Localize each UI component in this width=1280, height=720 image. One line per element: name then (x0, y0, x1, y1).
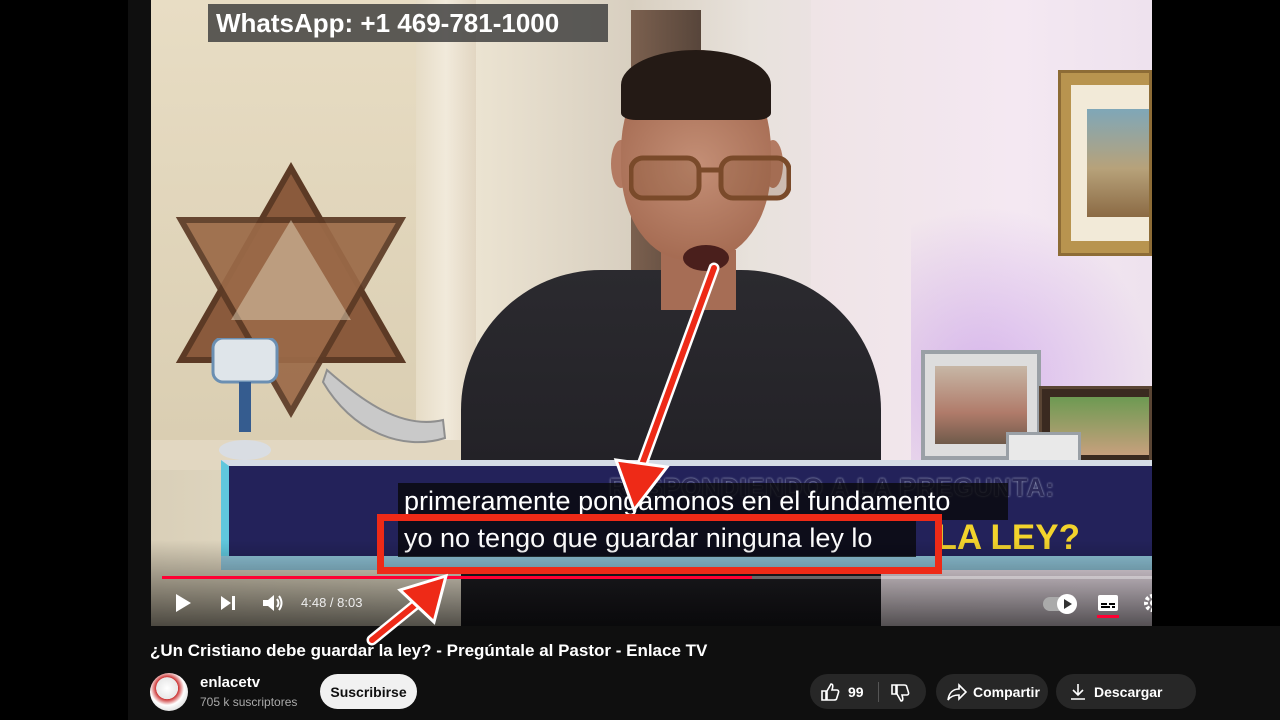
glasses (629, 155, 791, 201)
page-left-margin (128, 0, 152, 720)
page-right-margin (1152, 0, 1280, 720)
subtitles-icon (1098, 595, 1118, 611)
next-icon (221, 596, 235, 610)
download-label: Descargar (1094, 683, 1163, 700)
volume-icon (263, 595, 283, 611)
presenter-hair (621, 50, 771, 120)
annotation-highlight-box (377, 514, 942, 574)
settings-button[interactable] (1135, 585, 1152, 621)
like-icon[interactable] (820, 682, 840, 702)
download-icon (1071, 683, 1085, 700)
settings-icon (1144, 594, 1152, 612)
like-count: 99 (848, 684, 864, 700)
goblet-decoration (211, 338, 279, 460)
autoplay-knob (1057, 594, 1077, 614)
time-display: 4:48 / 8:03 (301, 595, 363, 610)
progress-bar-played (162, 576, 753, 579)
download-button[interactable]: Descargar (1056, 674, 1196, 709)
share-label: Compartir (973, 683, 1040, 700)
volume-button[interactable] (255, 585, 291, 621)
channel-name[interactable]: enlacetv (200, 674, 260, 692)
presenter-mouth (683, 245, 729, 271)
next-button[interactable] (210, 585, 246, 621)
video-player[interactable]: RESPONDIENDO A LA PREGUNTA: LA LEY? What… (151, 0, 1152, 626)
channel-avatar[interactable] (150, 673, 188, 711)
subscriber-count: 705 k suscriptores (200, 695, 298, 709)
shofar-horn-decoration (321, 368, 447, 444)
subtitles-active-indicator (1097, 615, 1119, 618)
share-icon (947, 682, 967, 701)
dislike-icon[interactable] (890, 683, 910, 703)
framed-painting (1058, 70, 1152, 256)
share-button[interactable]: Compartir (936, 674, 1048, 709)
app-window: RESPONDIENDO A LA PREGUNTA: LA LEY? What… (0, 0, 1280, 720)
play-icon (176, 594, 191, 612)
play-button[interactable] (165, 585, 201, 621)
autoplay-play-icon (1064, 599, 1072, 609)
video-title: ¿Un Cristiano debe guardar la ley? - Pre… (150, 641, 708, 660)
like-separator (878, 682, 879, 702)
whatsapp-overlay: WhatsApp: +1 469-781-1000 (208, 4, 608, 42)
subscribe-button[interactable]: Suscribirse (320, 674, 417, 709)
